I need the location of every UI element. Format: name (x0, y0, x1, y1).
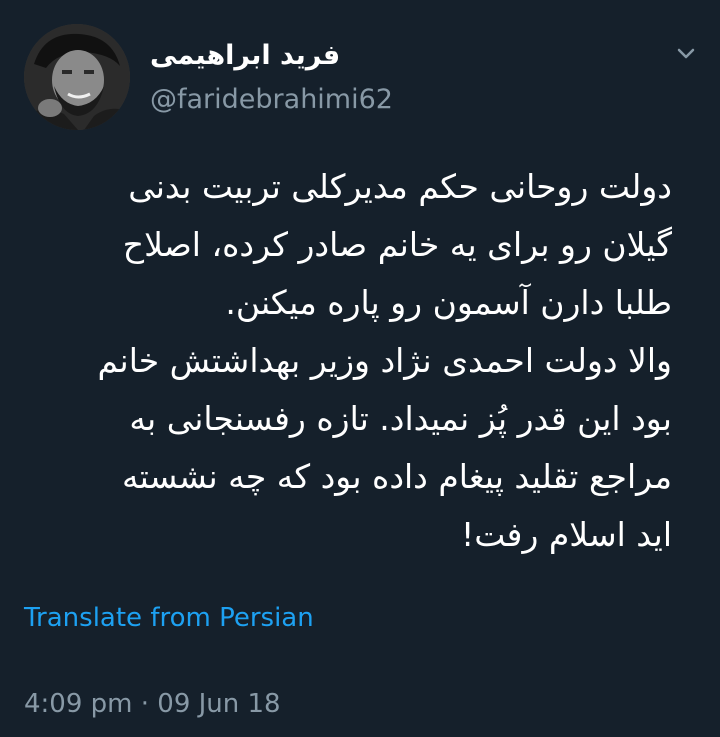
avatar-photo-icon (24, 24, 130, 130)
tweet-timestamp[interactable]: 4:09 pm · 09 Jun 18 (24, 686, 281, 722)
chevron-down-icon[interactable] (670, 40, 702, 68)
tweet: فرید ابراهیمی @faridebrahimi62 دولت روحا… (0, 0, 720, 737)
display-name[interactable]: فرید ابراهیمی (150, 38, 340, 74)
avatar[interactable] (24, 24, 130, 130)
tweet-text: دولت روحانی حکم مدیرکلی تربیت بدنی گیلان… (97, 167, 672, 554)
translate-link[interactable]: Translate from Persian (24, 600, 314, 636)
user-handle[interactable]: @faridebrahimi62 (150, 82, 393, 118)
